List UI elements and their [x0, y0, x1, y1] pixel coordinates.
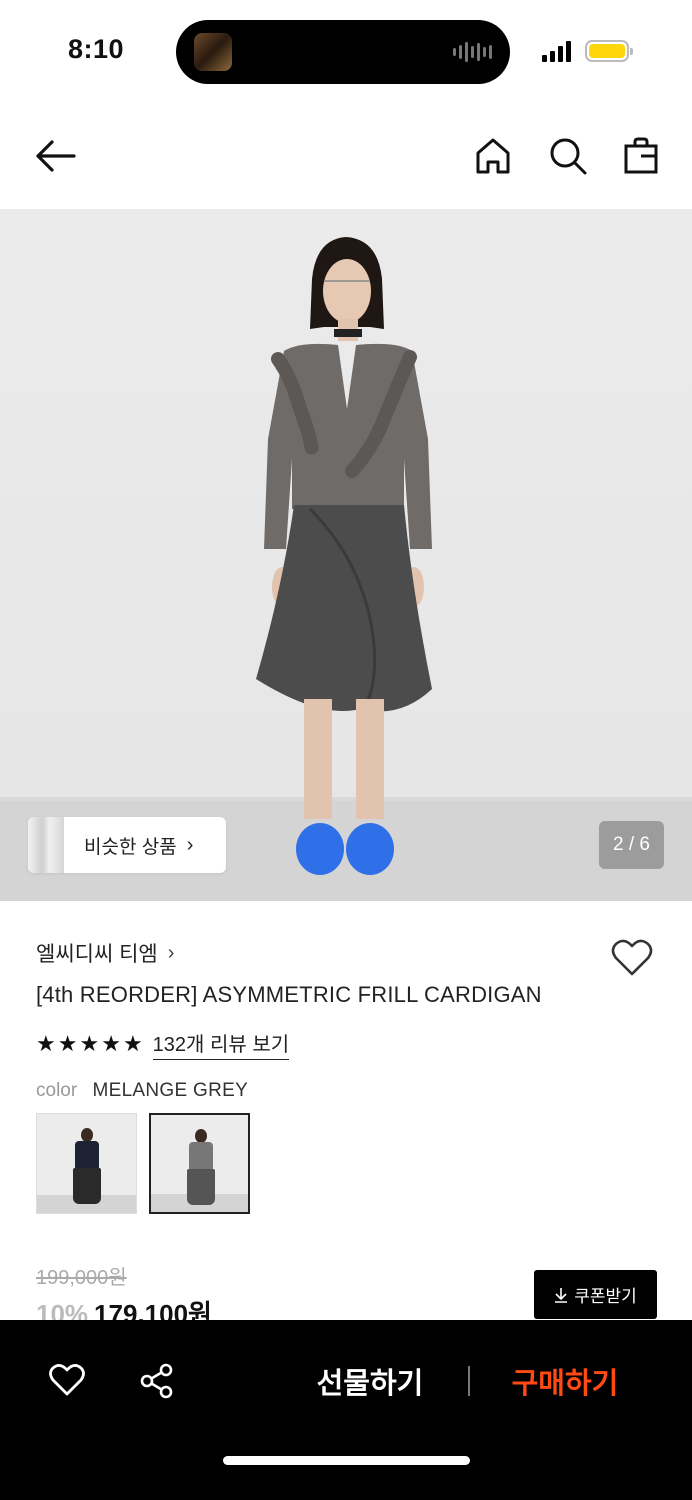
similar-products-label: 비슷한 상품	[84, 836, 177, 858]
wishlist-heart-icon[interactable]	[610, 938, 654, 978]
product-image-carousel[interactable]: 비슷한 상품 › 2 / 6	[0, 209, 692, 901]
brand-link[interactable]: 엘씨디씨 티엠 ›	[36, 938, 174, 968]
home-indicator[interactable]	[223, 1456, 470, 1465]
chevron-right-icon: ›	[167, 941, 175, 964]
heart-icon[interactable]	[48, 1362, 86, 1398]
gift-button[interactable]: 선물하기	[290, 1358, 450, 1404]
rating-stars: ★ ★ ★ ★ ★	[36, 1033, 143, 1055]
share-icon[interactable]	[138, 1362, 176, 1400]
star-icon: ★	[57, 1031, 78, 1056]
rating-row: ★ ★ ★ ★ ★ 132개 리뷰 보기	[36, 1028, 290, 1060]
color-swatches	[36, 1113, 250, 1214]
chevron-right-icon: ›	[186, 833, 194, 856]
coupon-button[interactable]: 쿠폰받기	[534, 1270, 657, 1319]
similar-products-button[interactable]: 비슷한 상품 ›	[28, 817, 226, 873]
color-row: color MELANGE GREY	[36, 1080, 248, 1102]
swatch-melange-grey[interactable]	[149, 1113, 250, 1214]
now-playing-artwork	[194, 33, 232, 71]
product-title: [4th REORDER] ASYMMETRIC FRILL CARDIGAN	[36, 982, 542, 1007]
bottom-action-bar: 선물하기 구매하기	[0, 1320, 692, 1500]
battery-icon	[585, 40, 633, 62]
top-nav	[0, 118, 692, 198]
star-icon: ★	[101, 1031, 121, 1056]
buy-button[interactable]: 구매하기	[490, 1358, 640, 1404]
star-icon: ★	[79, 1031, 100, 1056]
status-time: 8:10	[68, 34, 125, 64]
cellular-signal-icon	[542, 40, 571, 62]
review-link[interactable]: 132개 리뷰 보기	[152, 1028, 290, 1060]
original-price: 199,000원	[36, 1267, 127, 1289]
brand-name: 엘씨디씨 티엠	[36, 943, 158, 966]
arrow-left-icon[interactable]	[34, 136, 78, 176]
color-label: color	[36, 1080, 78, 1101]
swatch-navy[interactable]	[36, 1113, 137, 1214]
dynamic-island	[176, 20, 510, 84]
divider	[468, 1366, 470, 1396]
model-photo	[256, 237, 432, 875]
home-icon[interactable]	[474, 136, 512, 176]
coupon-label: 쿠폰받기	[574, 1287, 637, 1306]
search-icon[interactable]	[548, 136, 588, 176]
color-value: MELANGE GREY	[92, 1080, 249, 1101]
similar-product-thumbnail	[28, 817, 64, 873]
image-page-counter: 2 / 6	[599, 821, 664, 869]
star-icon: ★	[36, 1031, 56, 1056]
audio-wave-icon	[453, 42, 492, 62]
shopping-bag-icon[interactable]	[622, 136, 660, 176]
status-bar: 8:10	[0, 0, 692, 100]
star-icon: ★	[122, 1031, 143, 1056]
download-icon	[555, 1287, 568, 1303]
